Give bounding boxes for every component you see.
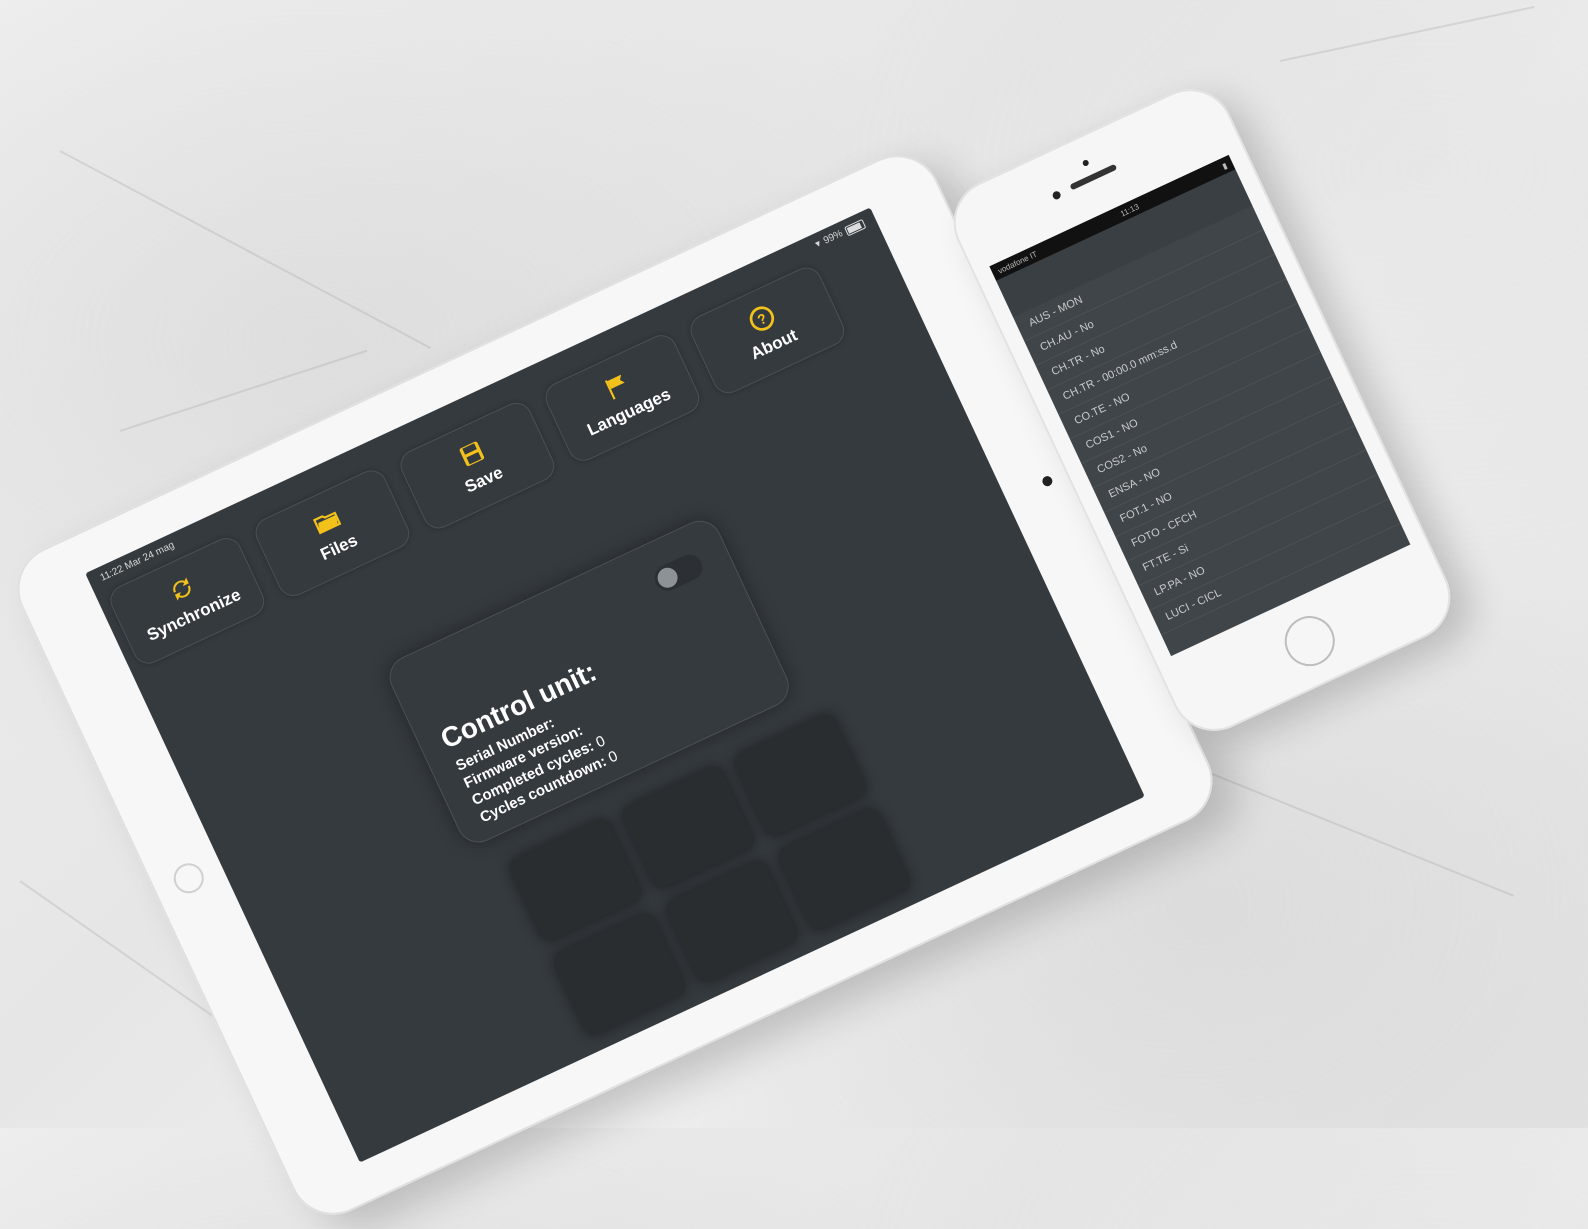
- marble-vein: [1179, 760, 1515, 897]
- marble-vein: [59, 150, 432, 350]
- save-button[interactable]: Save: [395, 397, 560, 534]
- toggle-knob: [654, 564, 681, 592]
- cycles-countdown-value: 0: [605, 747, 621, 767]
- phone-front-camera: [1051, 189, 1062, 201]
- languages-button[interactable]: Languages: [540, 329, 705, 467]
- connection-toggle[interactable]: [650, 550, 707, 595]
- tablet-status-bar: 11:22 Mar 24 mag ▾ 99%: [99, 218, 868, 587]
- phone-sensor: [1081, 159, 1090, 167]
- sync-icon: [173, 577, 191, 601]
- flag-icon: [604, 374, 625, 400]
- phone-home-button[interactable]: [1276, 607, 1343, 675]
- svg-text:?: ?: [755, 310, 770, 328]
- about-button[interactable]: ? About: [685, 262, 850, 399]
- help-icon: ?: [749, 306, 775, 331]
- status-battery: 99%: [821, 228, 845, 247]
- completed-cycles-value: 0: [593, 732, 608, 752]
- status-time: 11:22: [98, 563, 126, 584]
- tablet-screen: 11:22 Mar 24 mag ▾ 99% Synchronize Files…: [85, 207, 1145, 1163]
- marble-vein: [1279, 5, 1535, 62]
- files-button[interactable]: Files: [250, 465, 415, 602]
- wifi-icon: ▾: [813, 238, 823, 251]
- tablet-home-button[interactable]: [168, 858, 209, 899]
- phone-speaker: [1069, 163, 1118, 191]
- save-icon: [459, 441, 485, 467]
- phone-battery-icon: ▮: [1220, 160, 1229, 171]
- folder-icon: [312, 511, 342, 535]
- synchronize-button[interactable]: Synchronize: [105, 532, 270, 669]
- tablet-camera: [1040, 474, 1055, 488]
- battery-icon: [843, 218, 867, 236]
